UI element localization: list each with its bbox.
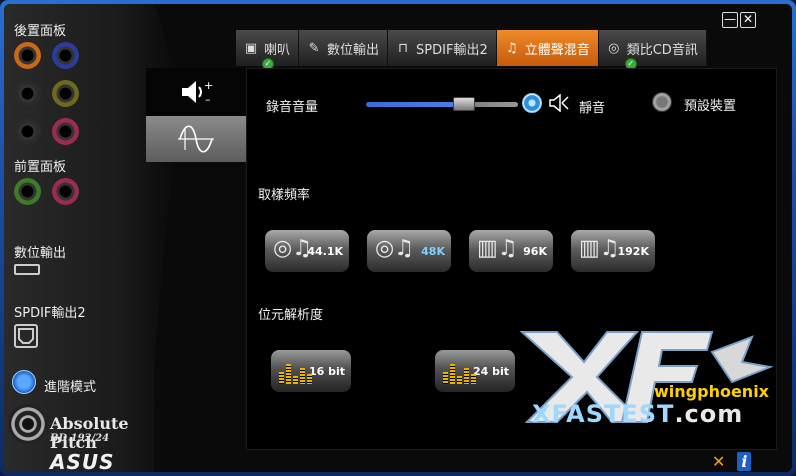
record-volume-label: 錄音音量 — [266, 100, 319, 115]
rate-label: 96K — [523, 244, 547, 258]
front-jack-pink[interactable] — [52, 178, 79, 205]
bit-16-button[interactable]: 16 bit — [271, 350, 351, 392]
wm-suffix: .com — [674, 400, 744, 428]
svg-text:–: – — [205, 93, 211, 106]
sample-rate-label: 取樣頻率 — [258, 188, 311, 203]
rear-jack-olive[interactable] — [52, 80, 79, 107]
default-device-label: 預設裝置 — [684, 99, 737, 114]
rate-label: 192K — [617, 244, 650, 258]
close-button[interactable]: ✕ — [740, 12, 756, 28]
wm-prefix: XFASTEST — [532, 400, 675, 428]
bottom-toolbar: ✕ i — [712, 452, 752, 471]
volume-plus-minus-icon: + – — [182, 79, 213, 106]
front-jack-green[interactable] — [14, 178, 41, 205]
minimize-button[interactable]: — — [722, 12, 738, 28]
tab-label: 喇叭 — [264, 42, 291, 58]
rear-jack-blue[interactable] — [52, 42, 79, 69]
tab-label: SPDIF輸出2 — [416, 42, 488, 58]
rear-jack-black-2[interactable] — [14, 118, 41, 145]
sine-wave-icon — [178, 125, 214, 153]
bd-logo-sub: BD 192/24 — [50, 433, 110, 444]
music-note-icon: ♫ — [505, 40, 518, 56]
digital-out-label: 數位輸出 — [14, 246, 67, 261]
level-bars-icon — [279, 364, 312, 384]
info-icon[interactable]: i — [737, 452, 752, 471]
rate-label: 48K — [421, 244, 445, 258]
rate-192k-button[interactable]: ▥♫ 192K — [571, 230, 655, 272]
wingphoenix-watermark: wingphoenix — [654, 382, 769, 401]
rate-96k-button[interactable]: ▥♫ 96K — [469, 230, 553, 272]
xfastest-watermark-text: XFASTEST.com — [532, 400, 743, 428]
mute-radio[interactable] — [522, 93, 542, 113]
cd-note-icon: ◎♫ — [273, 236, 312, 261]
tab-stereo-mix[interactable]: ♫ 立體聲混音 — [496, 30, 599, 66]
bit-depth-label: 位元解析度 — [258, 308, 324, 323]
spdif2-label: SPDIF輸出2 — [14, 306, 86, 321]
rear-jack-pink[interactable] — [52, 118, 79, 145]
window-body: 後置面板 前置面板 數位輸出 SPDIF輸出2 進階模式 Absolute Pi… — [4, 4, 792, 472]
optical-port-icon[interactable] — [14, 324, 38, 348]
sidebar: 後置面板 前置面板 數位輸出 SPDIF輸出2 進階模式 Absolute Pi… — [4, 4, 175, 472]
rear-panel-label: 後置面板 — [14, 24, 67, 39]
front-panel-label: 前置面板 — [14, 160, 67, 175]
bit-label: 24 bit — [472, 364, 509, 378]
tab-label: 立體聲混音 — [524, 42, 590, 58]
tab-digital-out[interactable]: ✎ 數位輸出 — [299, 30, 389, 66]
digital-plug-icon: ✎ — [308, 40, 320, 56]
waveform-mode-button[interactable] — [146, 116, 246, 162]
rate-44k-button[interactable]: ◎♫ 44.1K — [265, 230, 349, 272]
app-window: 後置面板 前置面板 數位輸出 SPDIF輸出2 進階模式 Absolute Pi… — [0, 0, 796, 476]
tab-label: 類比CD音訊 — [626, 42, 698, 58]
rate-label: 44.1K — [307, 244, 343, 258]
slider-knob[interactable] — [453, 97, 475, 111]
svg-text:+: + — [204, 79, 213, 92]
tab-analog-cd[interactable]: ◎ 類比CD音訊 ✓ — [598, 30, 707, 70]
hdmi-port-icon[interactable] — [14, 264, 40, 275]
speakers-icon: ▥♫ — [477, 236, 518, 261]
speakers-icon: ▥♫ — [579, 236, 620, 261]
speaker-mute-icon — [549, 94, 569, 112]
tools-icon[interactable]: ✕ — [712, 452, 725, 471]
speaker-icon: ▣ — [244, 40, 258, 56]
cd-note-icon: ◎♫ — [375, 236, 414, 261]
level-bars-icon — [443, 364, 476, 384]
tab-speaker[interactable]: ▣ 喇叭 ✓ — [236, 30, 300, 70]
device-tabs: ▣ 喇叭 ✓ ✎ 數位輸出 ⊓ SPDIF輸出2 ♫ 立體聲混音 ◎ 類比CD音… — [236, 30, 707, 70]
tab-label: 數位輸出 — [327, 42, 380, 58]
advanced-mode-label: 進階模式 — [44, 380, 97, 395]
record-volume-slider[interactable] — [366, 102, 518, 107]
spdif-wave-icon: ⊓ — [397, 40, 409, 56]
default-device-radio[interactable] — [652, 92, 672, 112]
window-controls: — ✕ — [722, 12, 756, 28]
asus-logo: ASUS — [50, 450, 115, 472]
optical-shape-icon — [18, 328, 34, 344]
speaker-logo-icon — [8, 404, 48, 444]
advanced-mode-radio[interactable] — [12, 370, 36, 394]
bit-label: 16 bit — [308, 364, 345, 378]
bit-24-button[interactable]: 24 bit — [435, 350, 515, 392]
tab-spdif2[interactable]: ⊓ SPDIF輸出2 — [388, 30, 497, 66]
cd-icon: ◎ — [608, 40, 620, 56]
rear-jack-orange[interactable] — [14, 42, 41, 69]
rear-jack-black[interactable] — [14, 80, 41, 107]
mute-label: 靜音 — [579, 101, 606, 116]
rate-48k-button[interactable]: ◎♫ 48K — [367, 230, 451, 272]
side-mode-panel: + – — [146, 68, 246, 162]
volume-mode-button[interactable]: + – — [146, 68, 246, 116]
